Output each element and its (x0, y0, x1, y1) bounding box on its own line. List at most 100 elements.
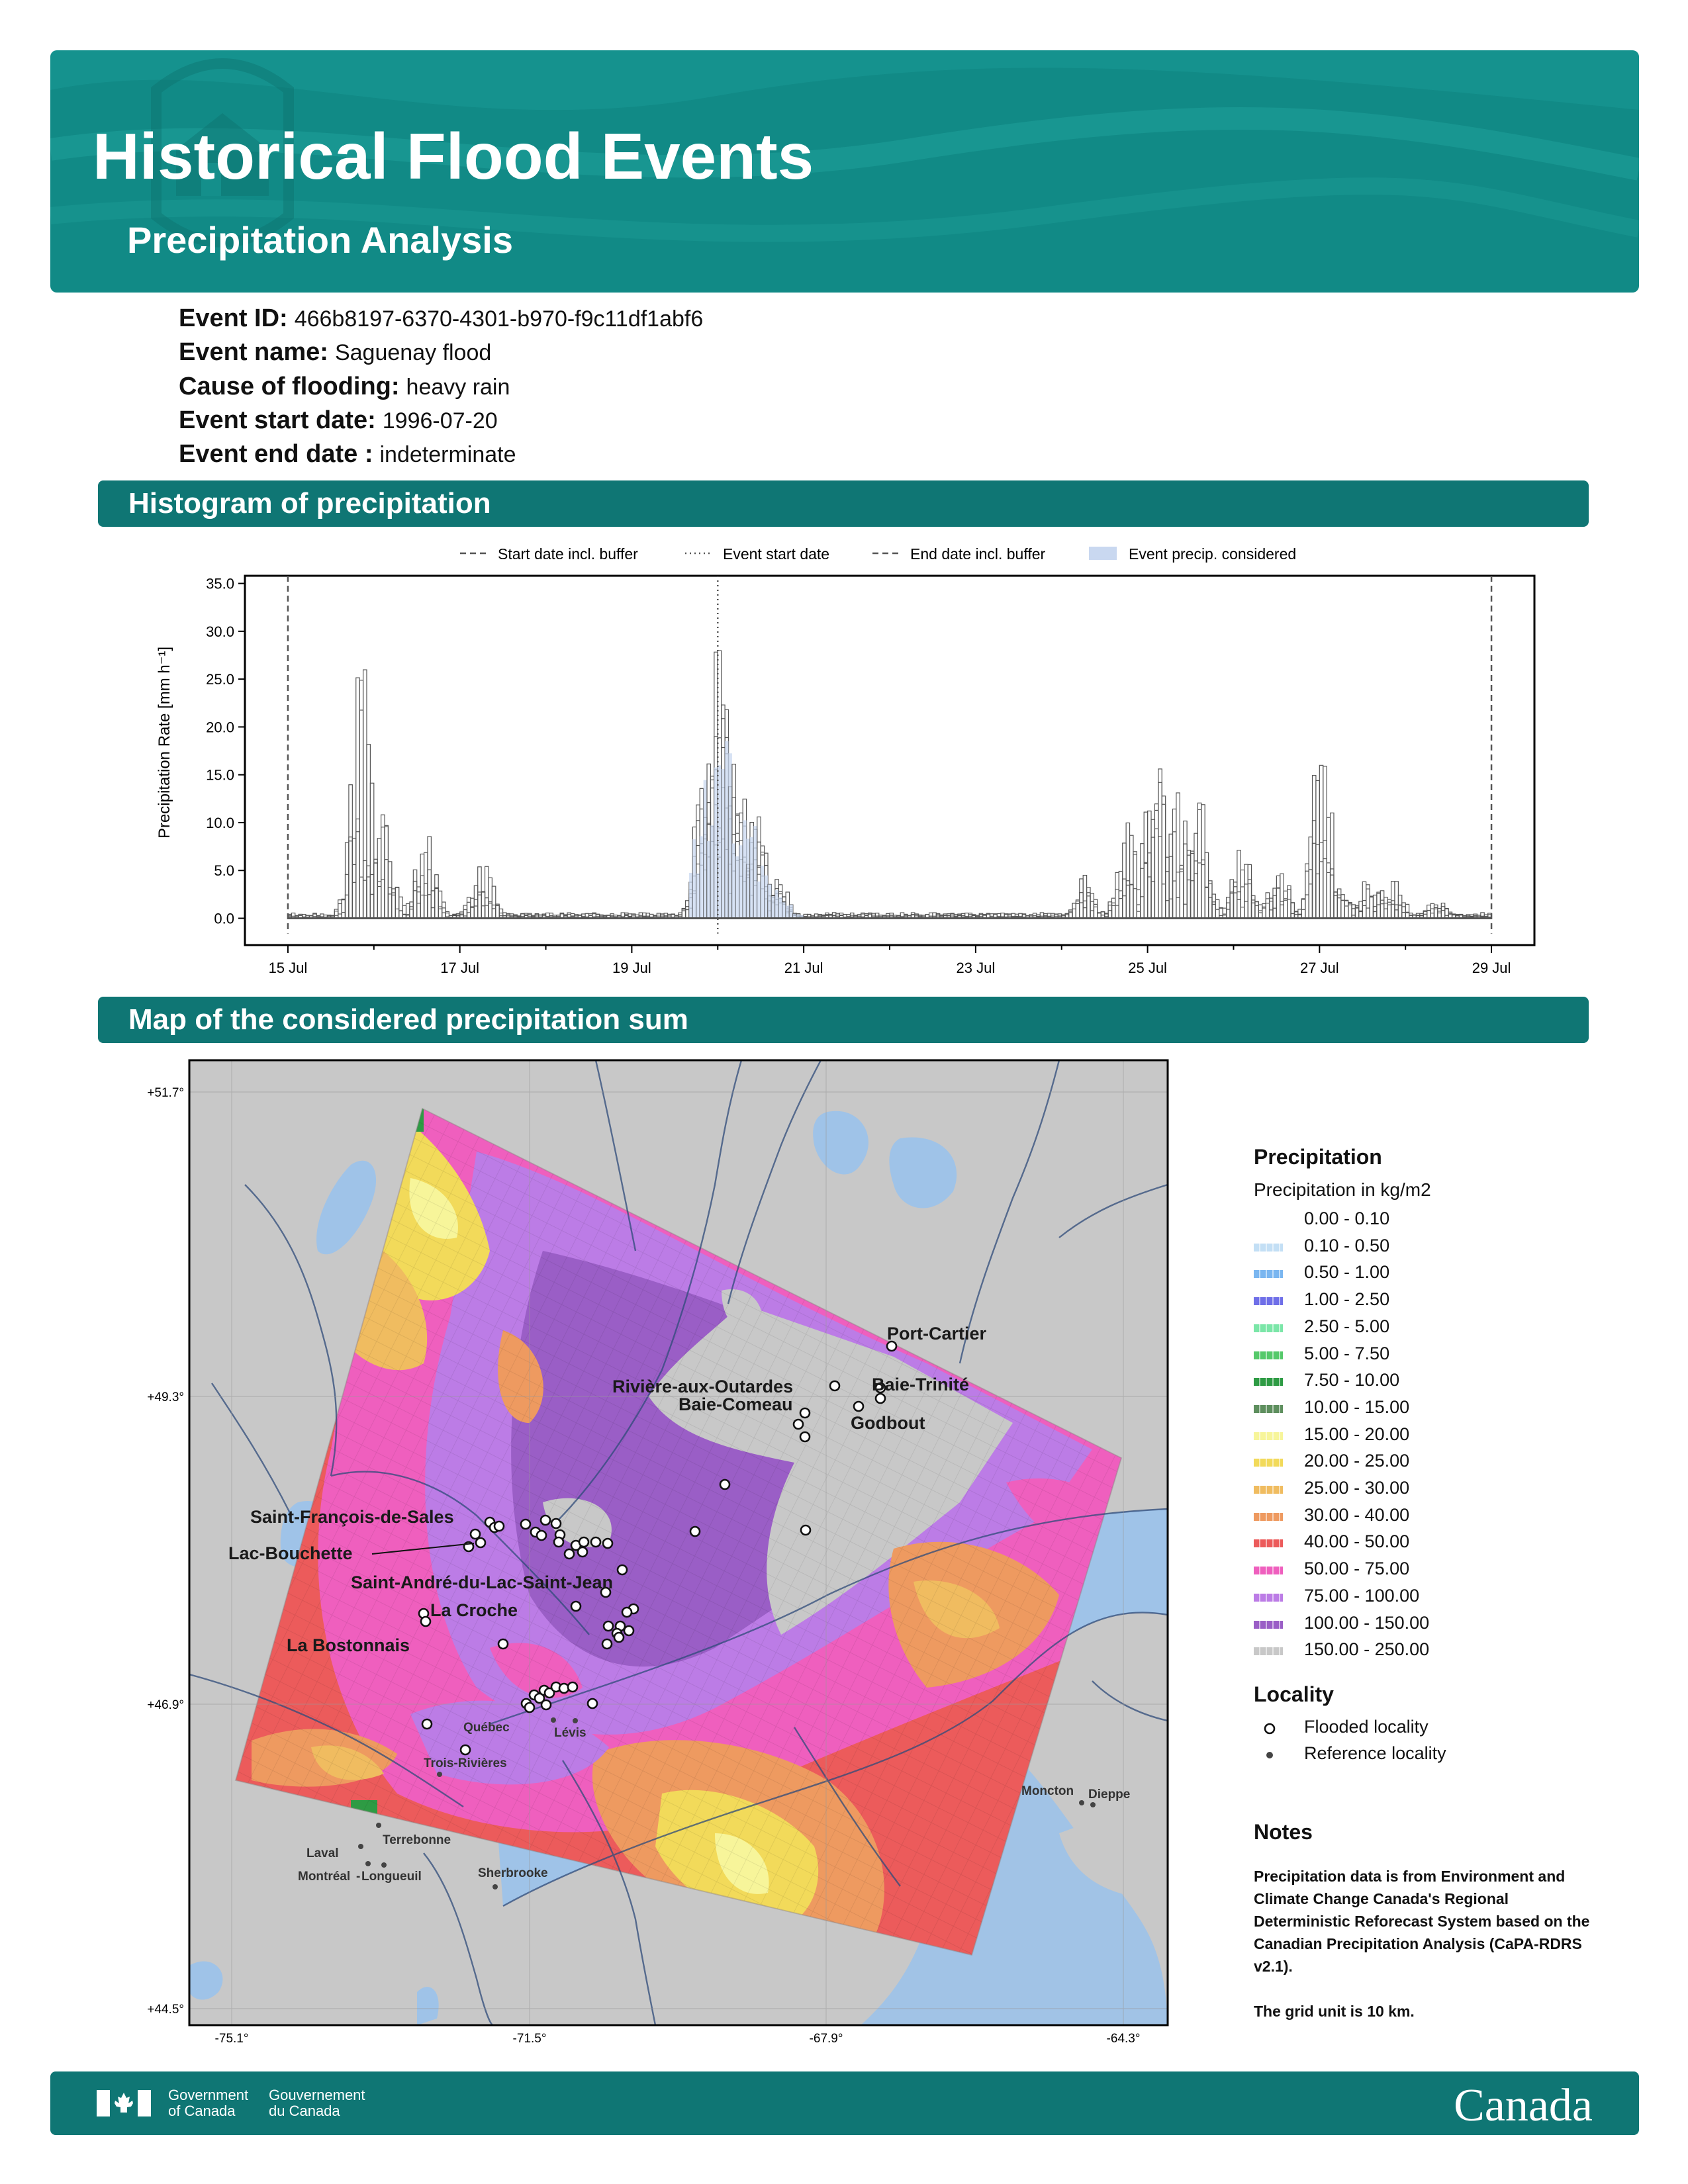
histogram-bar (1072, 902, 1076, 919)
histogram-bar (1250, 895, 1256, 919)
histogram-bar (1344, 905, 1349, 919)
histogram-bar (420, 853, 425, 919)
label-quebec: Québec (463, 1721, 510, 1735)
flooded-locality-marker (578, 1536, 590, 1548)
histogram-bar (1079, 878, 1084, 919)
histogram-bar (348, 837, 353, 919)
histogram-bar (1326, 817, 1331, 919)
histogram-bar (1308, 884, 1313, 919)
histogram-bar (344, 894, 350, 919)
histogram-bar (1237, 891, 1241, 919)
histogram-bar (369, 893, 375, 919)
histogram-bar (488, 901, 492, 919)
histogram-bar (1397, 905, 1403, 919)
flooded-locality-marker (799, 1407, 811, 1419)
flooded-locality-marker (524, 1702, 536, 1713)
flooded-locality-marker (800, 1524, 812, 1536)
histogram-bar (1290, 902, 1295, 919)
histogram-bar (1390, 903, 1395, 919)
histogram-bar (1433, 904, 1438, 919)
event-precip-bar (688, 872, 693, 919)
event-name-row: Event name: Saguenay flood (179, 338, 491, 367)
histogram-bar (399, 910, 403, 919)
histogram-bar (1244, 864, 1248, 919)
legend-class: 10.00 - 15.00 (1254, 1397, 1558, 1424)
label-montreal: Montréal (298, 1870, 350, 1884)
histogram-bar (412, 880, 418, 919)
histogram-bar (1287, 899, 1291, 919)
event-end-row: Event end date : indeterminate (179, 440, 516, 469)
histogram-bar (1430, 908, 1435, 919)
histogram-bar (344, 874, 350, 919)
histogram-bar (1172, 831, 1177, 919)
histogram-bar (1354, 907, 1360, 919)
event-precip-bar (707, 841, 711, 919)
histogram-bar (1186, 854, 1192, 919)
histogram-bar (420, 875, 425, 919)
flooded-locality-marker (586, 1698, 598, 1709)
legend-class: 5.00 - 7.50 (1254, 1343, 1558, 1370)
flooded-locality-marker (853, 1400, 865, 1412)
histogram-bar (395, 908, 400, 919)
histogram-bar (409, 909, 414, 919)
histogram-bar (1258, 904, 1263, 919)
legend-swatch (1254, 1297, 1283, 1306)
histogram-bar (1219, 907, 1223, 919)
legend-class-label: 75.00 - 100.00 (1304, 1585, 1420, 1606)
legend-class-label: 30.00 - 40.00 (1304, 1504, 1410, 1525)
legend-swatch (1254, 1593, 1283, 1602)
histogram-bar (1118, 890, 1123, 919)
histogram-bar (491, 886, 496, 919)
flooded-locality-marker (567, 1681, 579, 1693)
reference-marker-icon (1266, 1752, 1273, 1758)
histogram-bar (355, 677, 360, 919)
histogram-bar (405, 903, 410, 919)
label-la-croche: La Croche (430, 1600, 518, 1620)
y-tick-label: 5.0 (214, 862, 234, 879)
histogram-bar (373, 862, 378, 919)
event-precip-bar (735, 856, 739, 919)
histogram-bar (348, 784, 353, 919)
notes-text: Precipitation data is from Environment a… (1254, 1868, 1590, 1975)
histogram-bar (1165, 900, 1170, 919)
histogram-bar (442, 901, 446, 919)
histogram-bar (1283, 899, 1288, 919)
histogram-bar (1301, 898, 1306, 919)
svg-text:-: - (356, 1870, 360, 1884)
event-precip-bar (700, 836, 704, 919)
histogram-bar (1093, 903, 1098, 919)
legend-class-label: 7.50 - 10.00 (1304, 1370, 1400, 1390)
histogram-bar (1283, 898, 1288, 919)
event-precip-bar (739, 845, 743, 919)
lat-tick: +49.3° (147, 1390, 184, 1404)
legend-class-label: 10.00 - 15.00 (1304, 1396, 1410, 1417)
event-cause-label: Cause of flooding: (179, 373, 400, 400)
histogram-bar (338, 903, 342, 919)
histogram-bar (1348, 903, 1352, 919)
event-id-label: Event ID: (179, 304, 288, 332)
histogram-bar (1280, 904, 1284, 919)
histogram-bar (1405, 903, 1410, 919)
gov-en: Government of Canada (168, 2087, 249, 2119)
histogram-bar (1340, 899, 1345, 919)
locality-legend: Flooded locality Reference locality (1254, 1717, 1558, 1776)
histogram-bar (381, 827, 385, 919)
legend-class-label: 20.00 - 25.00 (1304, 1451, 1410, 1471)
histogram-bar (1358, 901, 1363, 919)
histogram-bar (1168, 898, 1174, 919)
histogram-bar (1161, 884, 1166, 919)
histogram-bar (359, 680, 364, 919)
histogram-bar (1140, 896, 1145, 919)
event-precip-bar (778, 897, 782, 919)
histogram-bar (1440, 909, 1446, 919)
histogram-bar (484, 905, 489, 919)
histogram-bar (1348, 904, 1352, 919)
histogram-bar (373, 858, 378, 919)
histogram-bar (681, 910, 686, 919)
histogram-bar (427, 894, 432, 919)
legend-class: 0.10 - 0.50 (1254, 1236, 1558, 1262)
histogram-bar (1301, 899, 1306, 919)
flooded-locality-marker (601, 1638, 613, 1650)
canada-flag-icon (97, 2090, 151, 2116)
locality-legend-title: Locality (1254, 1682, 1334, 1706)
